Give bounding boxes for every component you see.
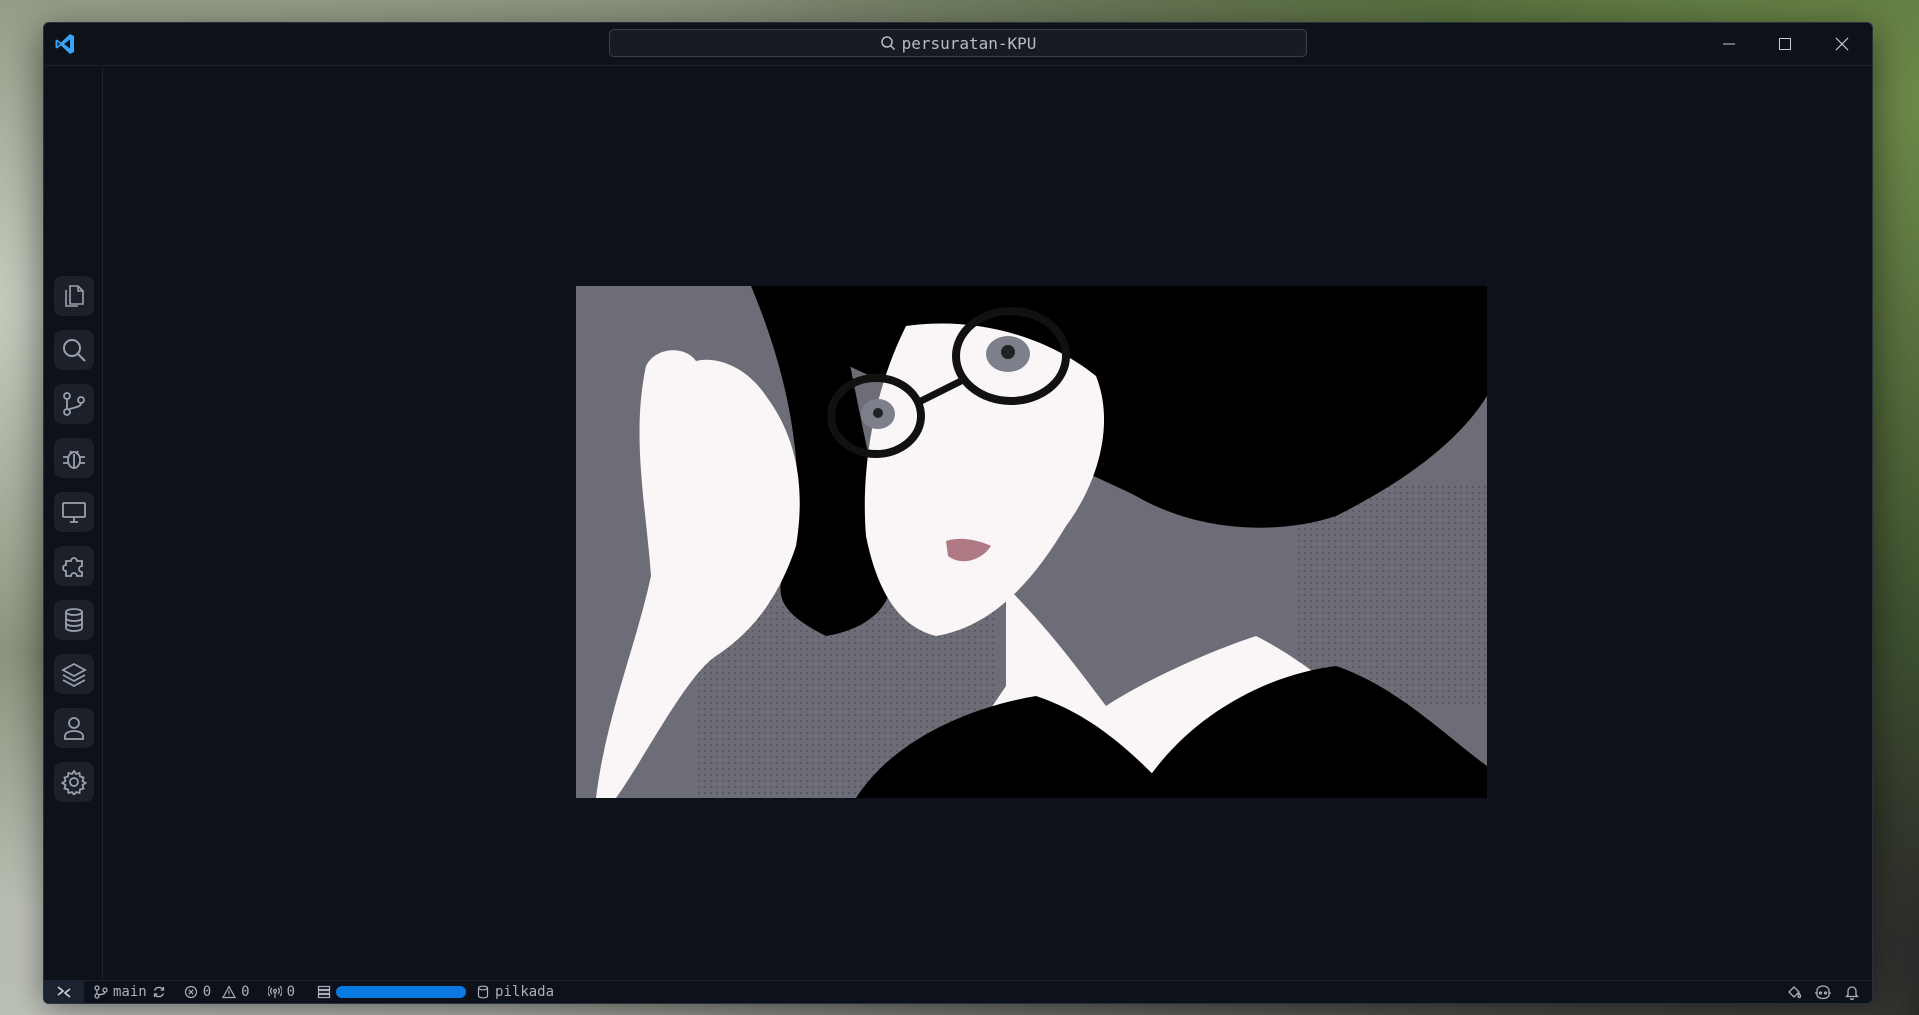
database-status[interactable]: pilkada bbox=[476, 984, 554, 1000]
activity-bar bbox=[44, 66, 103, 981]
remote-indicator-icon[interactable] bbox=[44, 981, 84, 1003]
git-branch-icon bbox=[94, 985, 108, 999]
editor-window: persuratan-KPU main 0 0 0 pilkada bbox=[43, 22, 1873, 1004]
server-status[interactable] bbox=[317, 985, 467, 999]
database-icon bbox=[476, 985, 490, 999]
close-icon[interactable] bbox=[1828, 31, 1856, 57]
sync-icon[interactable] bbox=[152, 985, 166, 999]
background-artwork-image bbox=[576, 286, 1487, 798]
gear-icon[interactable] bbox=[54, 762, 94, 802]
title-bar: persuratan-KPU bbox=[44, 23, 1872, 66]
notification-bell-icon[interactable] bbox=[1844, 984, 1860, 1000]
minimize-icon[interactable] bbox=[1715, 31, 1743, 57]
search-icon[interactable] bbox=[54, 330, 94, 370]
puzzle-icon[interactable] bbox=[54, 546, 94, 586]
paint-bucket-icon[interactable] bbox=[1786, 984, 1802, 1000]
error-count: 0 bbox=[202, 984, 212, 1000]
editor-area bbox=[103, 66, 1872, 981]
copilot-icon[interactable] bbox=[1814, 984, 1832, 1000]
database-name: pilkada bbox=[495, 984, 555, 1000]
redacted-host bbox=[336, 986, 467, 998]
vscode-logo-icon[interactable] bbox=[53, 32, 77, 56]
branch-status[interactable]: main bbox=[94, 984, 166, 1000]
source-control-icon[interactable] bbox=[54, 384, 94, 424]
status-bar-right bbox=[1786, 984, 1860, 1000]
search-icon bbox=[880, 35, 896, 51]
server-icon bbox=[317, 985, 331, 999]
files-icon[interactable] bbox=[54, 276, 94, 316]
account-icon[interactable] bbox=[54, 708, 94, 748]
broadcast-icon bbox=[267, 985, 282, 999]
monitor-icon[interactable] bbox=[54, 492, 94, 532]
command-center-search[interactable]: persuratan-KPU bbox=[609, 29, 1307, 57]
branch-name: main bbox=[113, 984, 147, 1000]
warning-icon bbox=[222, 985, 237, 999]
status-bar: main 0 0 0 pilkada bbox=[44, 980, 1872, 1003]
problems-status[interactable]: 0 0 bbox=[184, 984, 250, 1000]
ports-count: 0 bbox=[286, 984, 296, 1000]
warning-count: 0 bbox=[241, 984, 250, 1000]
workspace-name: persuratan-KPU bbox=[901, 33, 1037, 53]
maximize-icon[interactable] bbox=[1771, 31, 1799, 57]
database-icon[interactable] bbox=[54, 600, 94, 640]
error-icon bbox=[184, 985, 198, 999]
ports-status[interactable]: 0 bbox=[267, 984, 296, 1000]
layers-icon[interactable] bbox=[54, 654, 94, 694]
bug-icon[interactable] bbox=[54, 438, 94, 478]
